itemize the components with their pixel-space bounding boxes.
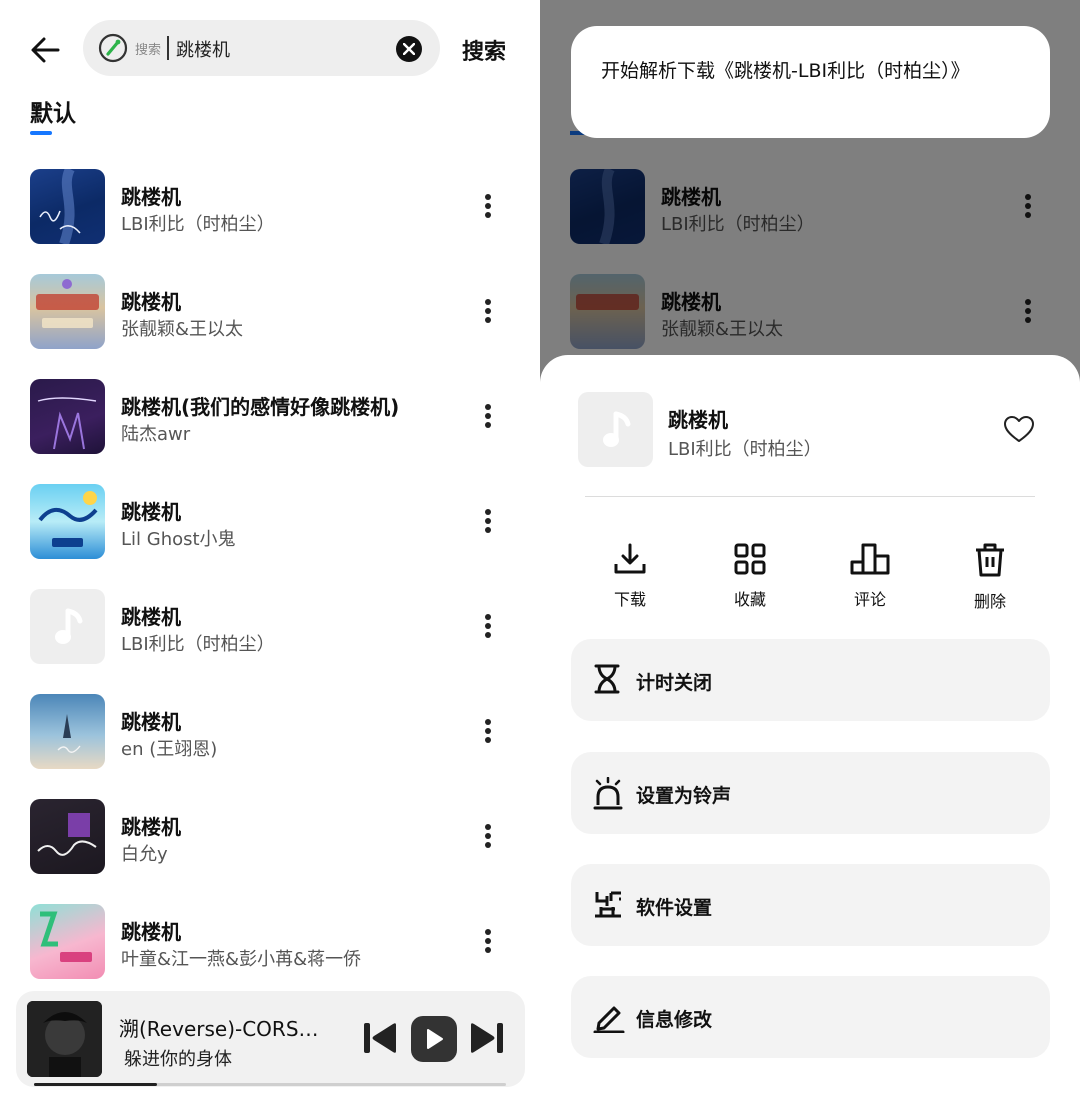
list-item[interactable]: 跳楼机 LBI利比（时柏尘）: [0, 150, 540, 255]
song-artist: 陆杰awr: [121, 424, 191, 445]
app-settings-option[interactable]: 软件设置: [571, 864, 1050, 946]
app-settings-label: 软件设置: [636, 897, 713, 919]
podium-icon: [850, 543, 890, 575]
delete-label: 删除: [973, 592, 1006, 611]
now-playing-title: 溯(Reverse)-CORS…: [119, 1017, 319, 1041]
search-input[interactable]: 跳楼机: [176, 36, 230, 62]
active-tab-indicator: [30, 131, 52, 135]
song-title: 跳楼机: [121, 920, 181, 944]
sheet-song-title: 跳楼机: [668, 408, 728, 432]
hourglass-icon: [594, 664, 620, 694]
comment-label: 评论: [853, 590, 886, 609]
song-title: 跳楼机: [121, 290, 181, 314]
clear-search-button[interactable]: [396, 36, 422, 62]
list-item[interactable]: 跳楼机(我们的感情好像跳楼机) 陆杰awr: [0, 360, 540, 465]
more-options-icon[interactable]: [475, 295, 501, 327]
text-cursor: [167, 36, 169, 60]
app-logo-icon: [98, 33, 128, 63]
song-title: 跳楼机: [121, 500, 181, 524]
search-button[interactable]: 搜索: [462, 34, 506, 66]
screen: 搜索 跳楼机 搜索 默认 跳楼机 LBI利比（时柏尘） 跳楼机 张靓颖&王以太 …: [0, 0, 1080, 1096]
search-results-panel: 搜索 跳楼机 搜索 默认 跳楼机 LBI利比（时柏尘） 跳楼机 张靓颖&王以太 …: [0, 0, 540, 1096]
download-toast: 开始解析下载《跳楼机-LBI利比（时柏尘）》: [571, 26, 1050, 138]
music-note-icon: [603, 411, 631, 447]
edit-pencil-icon: [593, 1006, 625, 1033]
download-label: 下载: [613, 590, 646, 609]
song-title: 跳楼机: [121, 815, 181, 839]
album-cover: [30, 379, 105, 454]
back-arrow-icon[interactable]: [28, 32, 64, 68]
alarm-bell-icon: [593, 777, 623, 810]
more-options-icon[interactable]: [475, 400, 501, 432]
download-button[interactable]: 下载: [590, 542, 670, 610]
sheet-song-artist: LBI利比（时柏尘）: [668, 439, 822, 460]
song-title: 跳楼机(我们的感情好像跳楼机): [121, 395, 400, 419]
song-title: 跳楼机: [121, 605, 181, 629]
now-playing-cover: [27, 1001, 102, 1077]
album-cover: [30, 169, 105, 244]
album-cover-placeholder: [578, 392, 653, 467]
settings-sliders-icon: [595, 891, 621, 918]
play-button[interactable]: [411, 1016, 457, 1062]
play-icon: [427, 1029, 443, 1049]
album-cover-placeholder: [30, 589, 105, 664]
song-title: 跳楼机: [121, 185, 181, 209]
list-item[interactable]: 跳楼机 叶童&江一燕&彭小苒&蒋一侨: [0, 885, 540, 990]
more-options-icon[interactable]: [475, 610, 501, 642]
more-options-icon[interactable]: [475, 190, 501, 222]
previous-track-icon[interactable]: [362, 1021, 398, 1055]
more-options-icon[interactable]: [475, 505, 501, 537]
heart-icon[interactable]: [1003, 415, 1035, 443]
timer-close-option[interactable]: 计时关闭: [571, 639, 1050, 721]
ringtone-option[interactable]: 设置为铃声: [571, 752, 1050, 834]
song-artist: en (王翊恩): [121, 739, 218, 760]
more-options-icon[interactable]: [475, 715, 501, 747]
collect-button[interactable]: 收藏: [710, 542, 790, 610]
next-track-icon[interactable]: [469, 1021, 505, 1055]
list-item[interactable]: 跳楼机 Lil Ghost小鬼: [0, 465, 540, 570]
album-cover: [30, 799, 105, 874]
album-cover: [30, 694, 105, 769]
album-cover: [30, 484, 105, 559]
more-options-icon[interactable]: [475, 820, 501, 852]
timer-close-label: 计时关闭: [636, 672, 713, 694]
album-cover: [30, 274, 105, 349]
playback-progress-fill: [34, 1083, 157, 1086]
playback-progress-bar[interactable]: [34, 1083, 506, 1086]
ringtone-label: 设置为铃声: [636, 785, 732, 807]
list-item[interactable]: 跳楼机 en (王翊恩): [0, 675, 540, 780]
results-list: 跳楼机 LBI利比（时柏尘） 跳楼机 张靓颖&王以太 跳楼机(我们的感情好像跳楼…: [0, 150, 540, 990]
song-artist: 白允y: [121, 844, 168, 865]
song-options-panel: 跳楼机 LBI利比（时柏尘） 跳楼机 张靓颖&王以太: [540, 0, 1080, 1096]
song-artist: Lil Ghost小鬼: [121, 529, 236, 550]
divider: [585, 496, 1035, 497]
list-item[interactable]: 跳楼机 张靓颖&王以太: [0, 255, 540, 360]
song-artist: LBI利比（时柏尘）: [121, 214, 275, 235]
trash-icon: [976, 543, 1004, 577]
list-item[interactable]: 跳楼机 白允y: [0, 780, 540, 885]
tab-default[interactable]: 默认: [30, 94, 76, 128]
comment-button[interactable]: 评论: [830, 542, 910, 610]
edit-info-option[interactable]: 信息修改: [571, 976, 1050, 1058]
collect-label: 收藏: [733, 590, 766, 609]
close-icon: [403, 43, 415, 55]
more-options-icon[interactable]: [475, 925, 501, 957]
album-cover: [30, 904, 105, 979]
now-playing-subtitle: 躲进你的身体: [124, 1049, 232, 1070]
search-box[interactable]: 搜索 跳楼机: [83, 20, 440, 76]
toast-message: 开始解析下载《跳楼机-LBI利比（时柏尘）》: [601, 60, 970, 82]
grid-icon: [734, 543, 766, 575]
music-note-icon: [55, 608, 83, 644]
song-artist: 张靓颖&王以太: [121, 319, 244, 340]
search-hint: 搜索: [135, 43, 162, 58]
list-item[interactable]: 跳楼机 LBI利比（时柏尘）: [0, 570, 540, 675]
edit-info-label: 信息修改: [636, 1009, 713, 1031]
song-title: 跳楼机: [121, 710, 181, 734]
song-actions-sheet: 跳楼机 LBI利比（时柏尘） 下载 收藏 评论 删除 计时关闭 设置为铃声 软件…: [540, 355, 1080, 1096]
download-icon: [614, 543, 646, 574]
song-artist: LBI利比（时柏尘）: [121, 634, 275, 655]
mini-player[interactable]: 溯(Reverse)-CORS… 躲进你的身体: [16, 991, 525, 1087]
delete-button[interactable]: 删除: [950, 542, 1030, 612]
song-artist: 叶童&江一燕&彭小苒&蒋一侨: [121, 949, 362, 970]
